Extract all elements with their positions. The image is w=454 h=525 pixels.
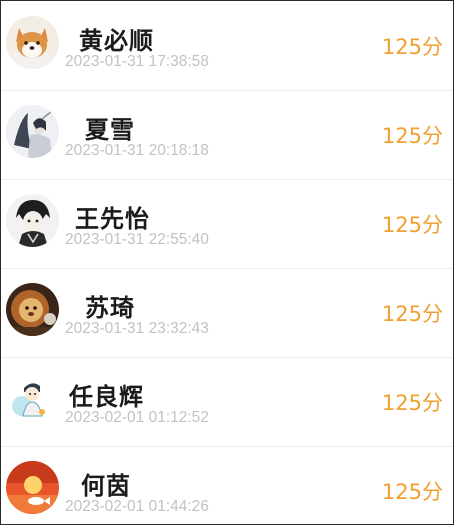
timestamp: 2023-01-31 20:18:18: [65, 142, 209, 159]
user-name: 夏雪: [85, 116, 135, 144]
score-value: 125分: [381, 213, 443, 237]
ink-illustration-avatar-icon: [6, 105, 59, 158]
timestamp: 2023-01-31 17:38:58: [65, 53, 209, 70]
user-name: 王先怡: [75, 205, 150, 233]
list-item[interactable]: 苏琦 2023-01-31 23:32:43 125分: [1, 268, 453, 358]
timestamp: 2023-01-31 22:55:40: [65, 231, 209, 248]
cartoon-boy-avatar-icon: [6, 372, 59, 425]
list-item[interactable]: 夏雪 2023-01-31 20:18:18 125分: [1, 90, 453, 180]
list-item[interactable]: 王先怡 2023-01-31 22:55:40 125分: [1, 179, 453, 269]
score-value: 125分: [381, 302, 443, 326]
sunset-goldfish-avatar-icon: [6, 461, 59, 514]
plush-lion-avatar-icon: [6, 283, 59, 336]
timestamp: 2023-02-01 01:12:52: [65, 409, 209, 426]
score-list: 黄必顺 2023-01-31 17:38:58 125分 夏雪 2023-01-…: [0, 0, 454, 525]
user-name: 苏琦: [85, 294, 135, 322]
list-item[interactable]: 黄必顺 2023-01-31 17:38:58 125分: [1, 1, 453, 91]
user-name: 任良辉: [69, 383, 144, 411]
list-item[interactable]: 任良辉 2023-02-01 01:12:52 125分: [1, 357, 453, 447]
user-name: 何茵: [81, 472, 131, 500]
user-name: 黄必顺: [79, 27, 154, 55]
score-value: 125分: [381, 480, 443, 504]
anime-character-avatar-icon: [6, 194, 59, 247]
timestamp: 2023-02-01 01:44:26: [65, 498, 209, 515]
score-value: 125分: [381, 35, 443, 59]
score-value: 125分: [381, 124, 443, 148]
timestamp: 2023-01-31 23:32:43: [65, 320, 209, 337]
score-value: 125分: [381, 391, 443, 415]
list-item[interactable]: 何茵 2023-02-01 01:44:26 125分: [1, 446, 453, 525]
shiba-dog-avatar-icon: [6, 16, 59, 69]
